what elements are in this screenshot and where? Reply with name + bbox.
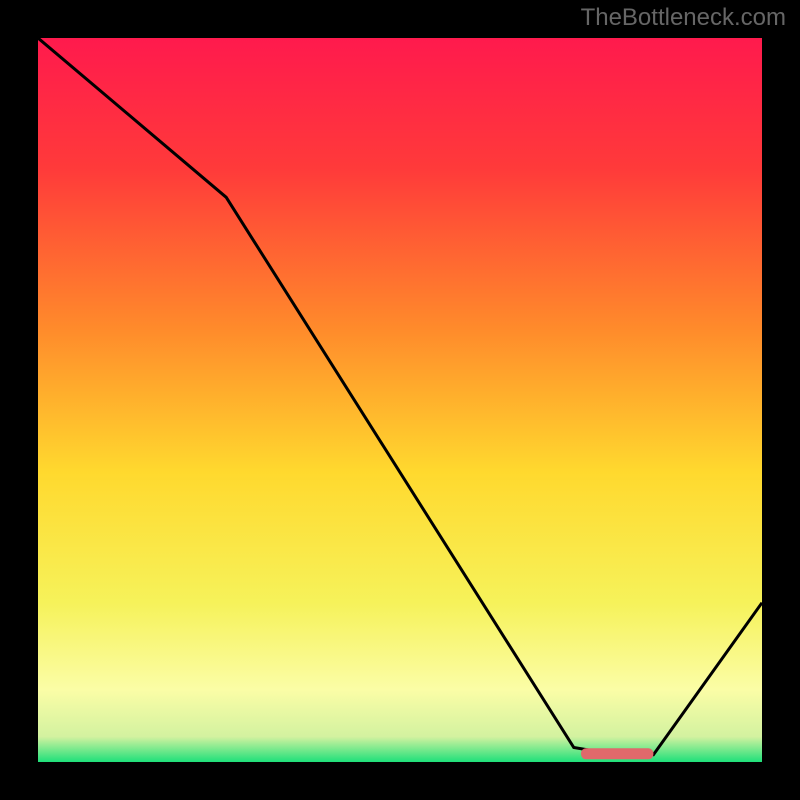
- optimal-range-marker: [581, 748, 653, 759]
- watermark-text: TheBottleneck.com: [581, 4, 786, 32]
- chart-container: TheBottleneck.com: [0, 0, 800, 800]
- gradient-background: [38, 38, 762, 762]
- plot-area: [38, 38, 762, 762]
- chart-svg: [38, 38, 762, 762]
